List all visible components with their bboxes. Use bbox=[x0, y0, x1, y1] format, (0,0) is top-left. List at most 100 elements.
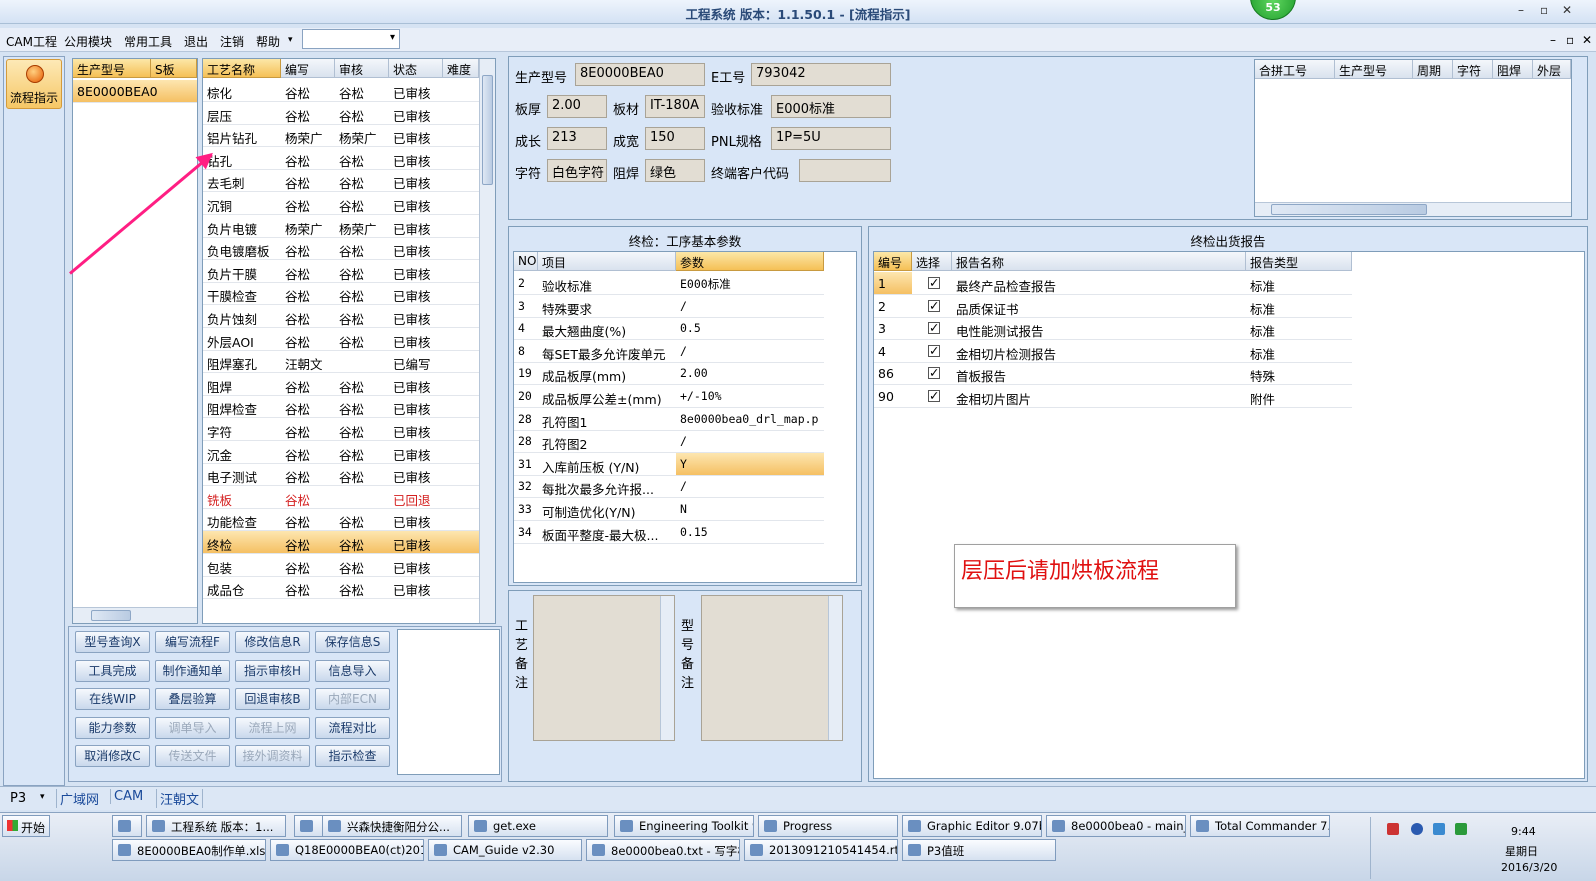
report-checkbox[interactable]: ✓ bbox=[928, 344, 940, 357]
process-header-name[interactable]: 工艺名称 bbox=[203, 59, 281, 78]
action-button[interactable]: 调单导入 bbox=[155, 716, 230, 739]
merge-header-5[interactable]: 外层 bbox=[1533, 60, 1571, 79]
action-button[interactable]: 指示审核H bbox=[235, 659, 310, 682]
status-p3-arrow[interactable]: ▾ bbox=[40, 792, 45, 802]
action-button[interactable]: 叠层验算 bbox=[155, 688, 230, 710]
process-row[interactable]: 阻焊 谷松 谷松 已审核 bbox=[203, 373, 479, 396]
params-row[interactable]: 34 板面平整度-最大极... 0.15 bbox=[514, 521, 824, 544]
process-row[interactable]: 铝片钻孔 杨荣广 杨荣广 已审核 bbox=[203, 124, 479, 148]
merge-header-1[interactable]: 生产型号 bbox=[1335, 60, 1413, 79]
process-row[interactable]: 阻焊检查 谷松 谷松 已审核 bbox=[203, 395, 479, 419]
params-row[interactable]: 3 特殊要求 / bbox=[514, 295, 824, 318]
process-row[interactable]: 负电镀磨板 谷松 谷松 已审核 bbox=[203, 237, 479, 261]
action-button[interactable]: 编写流程F bbox=[155, 631, 230, 653]
report-checkbox[interactable]: ✓ bbox=[928, 322, 940, 335]
report-header-select[interactable]: 选择 bbox=[912, 252, 952, 271]
process-row[interactable]: 层压 谷松 谷松 已审核 bbox=[203, 102, 479, 125]
taskbar-button[interactable]: 8e0000bea0.txt - 写字板 bbox=[586, 839, 740, 861]
process-notes-textarea[interactable] bbox=[533, 595, 675, 741]
taskbar-button[interactable]: CAM_Guide v2.30 bbox=[428, 839, 582, 861]
field-accept[interactable]: E000标准 bbox=[771, 95, 891, 118]
taskbar-button[interactable]: P3值班 bbox=[902, 839, 1056, 861]
merge-header-4[interactable]: 阻焊 bbox=[1493, 60, 1533, 79]
process-header-status[interactable]: 状态 bbox=[389, 59, 443, 78]
report-checkbox[interactable]: ✓ bbox=[928, 390, 940, 402]
field-thick[interactable]: 2.00 bbox=[547, 95, 607, 118]
process-list-vscroll-thumb[interactable] bbox=[482, 75, 493, 185]
field-width[interactable]: 150 bbox=[645, 127, 705, 150]
model-list-hscroll-thumb[interactable] bbox=[91, 610, 131, 621]
bluetooth-icon[interactable] bbox=[1411, 823, 1423, 835]
menu-help-arrow[interactable]: ▾ bbox=[288, 35, 293, 45]
process-row[interactable]: 负片蚀刻 谷松 谷松 已审核 bbox=[203, 305, 479, 328]
process-header-difficulty[interactable]: 难度 bbox=[443, 59, 479, 78]
process-row[interactable]: 字符 谷松 谷松 已审核 bbox=[203, 418, 479, 441]
model-notes-scroll[interactable] bbox=[828, 596, 842, 740]
report-header-name[interactable]: 报告名称 bbox=[952, 252, 1246, 271]
report-checkbox[interactable]: ✓ bbox=[928, 367, 940, 380]
action-button[interactable]: 流程上网 bbox=[235, 716, 310, 739]
action-button[interactable]: 能力参数 bbox=[75, 716, 150, 739]
security-icon[interactable] bbox=[1455, 823, 1467, 835]
flow-indicator-button[interactable]: 流程指示 bbox=[6, 59, 62, 109]
taskbar-button[interactable]: get.exe bbox=[468, 815, 608, 837]
report-row[interactable]: 3 ✓ 电性能测试报告 标准 bbox=[874, 317, 1352, 341]
process-row[interactable]: 棕化 谷松 谷松 已审核 bbox=[203, 79, 479, 102]
params-row[interactable]: 28 孔符图2/ bbox=[514, 430, 824, 454]
action-button[interactable]: 制作通知单 bbox=[155, 659, 230, 682]
action-button[interactable]: 流程对比 bbox=[315, 716, 390, 739]
model-header-model[interactable]: 生产型号 bbox=[73, 59, 151, 78]
report-row[interactable]: 2 ✓ 品质保证书 标准 bbox=[874, 295, 1352, 318]
params-row[interactable]: 33 可制造优化(Y/N) N bbox=[514, 498, 824, 521]
params-header-item[interactable]: 项目 bbox=[538, 252, 676, 271]
tray-app-icon[interactable] bbox=[1387, 823, 1399, 835]
menu-common-module[interactable]: 公用模块 bbox=[64, 33, 112, 50]
process-header-writer[interactable]: 编写 bbox=[281, 59, 335, 78]
menu-combo[interactable] bbox=[302, 29, 400, 49]
process-row[interactable]: 包装 谷松 谷松 已审核 bbox=[203, 554, 479, 577]
field-length[interactable]: 213 bbox=[547, 127, 607, 150]
menu-cam[interactable]: CAM工程 bbox=[6, 33, 57, 50]
network-icon[interactable] bbox=[1433, 823, 1445, 835]
params-header-no[interactable]: NO bbox=[514, 252, 538, 271]
taskbar-button[interactable] bbox=[112, 815, 142, 837]
process-list-vscroll[interactable] bbox=[479, 59, 495, 623]
action-button[interactable]: 传送文件 bbox=[155, 745, 230, 767]
menu-logout[interactable]: 注销 bbox=[220, 33, 244, 50]
action-button[interactable]: 保存信息S bbox=[315, 631, 390, 653]
taskbar-button[interactable]: 兴森快捷衡阳分公... bbox=[322, 815, 462, 837]
taskbar-button[interactable]: 8e0000bea0 - main_qa bbox=[1046, 815, 1186, 837]
action-button[interactable]: 型号查询X bbox=[75, 631, 150, 653]
process-notes-scroll[interactable] bbox=[660, 596, 674, 740]
report-header-type[interactable]: 报告类型 bbox=[1246, 252, 1352, 271]
process-row[interactable]: 功能检查 谷松 谷松 已审核 bbox=[203, 508, 479, 532]
field-mask[interactable]: 绿色 bbox=[645, 159, 705, 182]
merge-header-0[interactable]: 合拼工号 bbox=[1255, 60, 1335, 79]
process-row[interactable]: 去毛刺 谷松 谷松 已审核 bbox=[203, 169, 479, 193]
process-row[interactable]: 阻焊塞孔 汪朝文 已编写 bbox=[203, 350, 479, 374]
field-material[interactable]: IT-180A bbox=[645, 95, 705, 118]
field-pnl[interactable]: 1P=5U bbox=[771, 127, 891, 150]
action-button[interactable]: 信息导入 bbox=[315, 659, 390, 682]
process-header-reviewer[interactable]: 审核 bbox=[335, 59, 389, 78]
status-p3[interactable]: P3 bbox=[10, 791, 26, 806]
field-eno[interactable]: 793042 bbox=[751, 63, 891, 86]
action-button[interactable]: 在线WIP bbox=[75, 688, 150, 710]
taskbar-button[interactable]: 2013091210541454.rtf [... bbox=[744, 839, 898, 861]
taskbar-button[interactable]: Total Commander 7.0 ... bbox=[1190, 815, 1330, 837]
merge-hscroll-thumb[interactable] bbox=[1271, 204, 1427, 215]
process-row[interactable]: 沉铜 谷松 谷松 已审核 bbox=[203, 192, 479, 215]
model-header-s[interactable]: S板 bbox=[151, 59, 197, 78]
taskbar-button[interactable]: 8E0000BEA0制作单.xls ... bbox=[112, 839, 266, 861]
params-header-param[interactable]: 参数 bbox=[676, 252, 824, 271]
report-header-no[interactable]: 编号 bbox=[874, 252, 912, 271]
params-row[interactable]: 28 孔符图1 8e0000bea0_drl_map.p bbox=[514, 408, 824, 431]
process-row[interactable]: 钻孔 谷松 谷松 已审核 bbox=[203, 147, 479, 170]
model-list-hscroll[interactable] bbox=[73, 607, 197, 623]
merge-header-3[interactable]: 字符 bbox=[1453, 60, 1493, 79]
process-row[interactable]: 电子测试 谷松 谷松 已审核 bbox=[203, 463, 479, 487]
taskbar-button[interactable]: Engineering Toolkit 9.... bbox=[614, 815, 754, 837]
menu-tools[interactable]: 常用工具 bbox=[124, 33, 172, 50]
report-row[interactable]: 90 ✓ 金相切片图片 附件 bbox=[874, 385, 1352, 408]
merge-header-2[interactable]: 周期 bbox=[1413, 60, 1453, 79]
